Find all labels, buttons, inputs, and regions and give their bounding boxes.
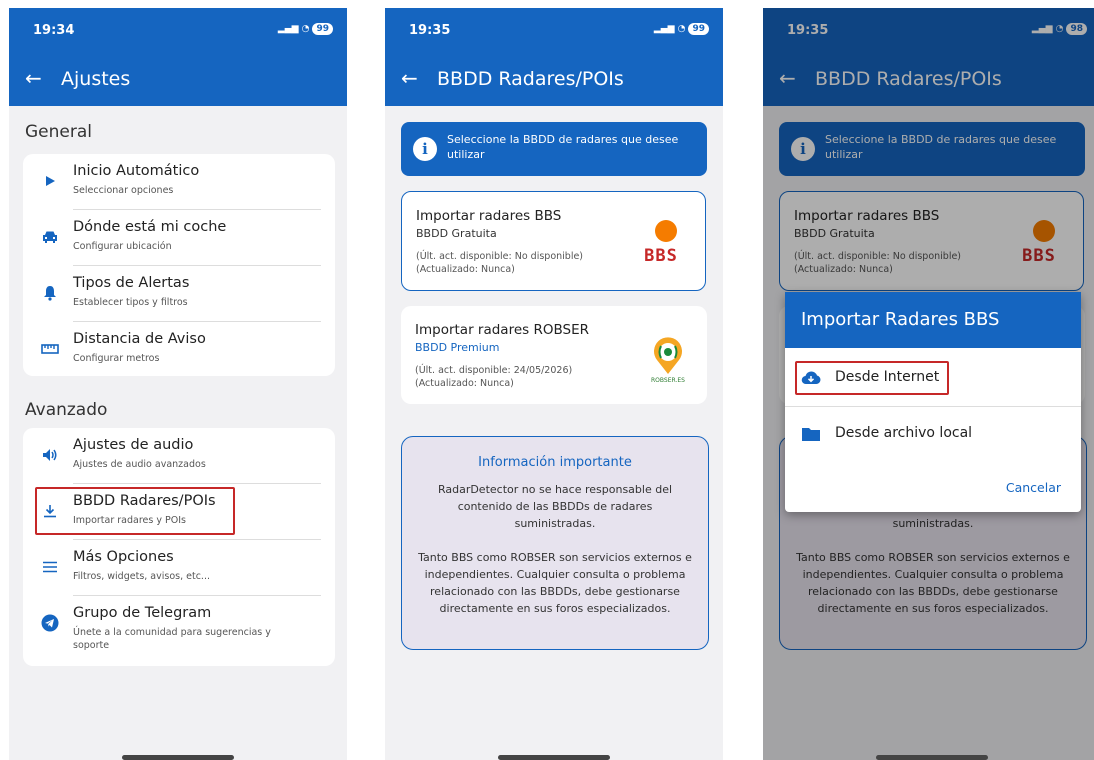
back-arrow-icon[interactable]: ← (401, 66, 418, 90)
status-bar: 19:34 ▂▄▆ ◔ 99 (9, 8, 347, 54)
last-updated: (Actualizado: Nunca) (415, 378, 514, 389)
radar-database-screen: 19:35 ▂▄▆ ◔ 99 ← BBDD Radares/POIs i Sel… (385, 8, 723, 760)
info-banner: i Seleccione la BBDD de radares que dese… (401, 122, 707, 176)
page-title: Ajustes (61, 68, 131, 90)
battery-icon: 99 (312, 23, 333, 35)
info-text: Seleccione la BBDD de radares que desee … (447, 133, 679, 161)
option-label: Desde archivo local (835, 425, 973, 441)
important-paragraph-1: RadarDetector no se hace responsable del… (437, 483, 673, 530)
card-subtitle: BBDD Gratuita (416, 227, 497, 240)
card-title: Importar radares BBS (416, 208, 562, 224)
setting-title: Inicio Automático (73, 163, 200, 179)
status-bar: 19:35 ▂▄▆ ◔ 99 (385, 8, 723, 54)
highlight-box (35, 487, 235, 535)
info-icon: i (413, 137, 437, 161)
advanced-card: Ajustes de audio Ajustes de audio avanza… (23, 428, 335, 666)
import-bbs-card[interactable]: Importar radares BBS BBDD Gratuita (Últ.… (401, 191, 706, 291)
app-bar: 19:34 ▂▄▆ ◔ 99 ← Ajustes (9, 8, 347, 106)
last-available: (Últ. act. disponible: 24/05/2026) (415, 365, 573, 376)
setting-subtitle: Filtros, widgets, avisos, etc... (73, 571, 210, 582)
setting-title: Grupo de Telegram (73, 605, 212, 621)
signal-icon: ▂▄▆ (277, 24, 299, 34)
setting-telegram-group[interactable]: Grupo de Telegram Únete a la comunidad p… (23, 596, 335, 662)
play-icon (41, 172, 59, 190)
menu-icon (41, 558, 59, 576)
settings-screen: 19:34 ▂▄▆ ◔ 99 ← Ajustes General Inicio … (9, 8, 347, 760)
option-from-local-file[interactable]: Desde archivo local (785, 406, 1081, 462)
setting-my-car[interactable]: Dónde está mi coche Configurar ubicación (23, 210, 335, 266)
robser-logo-text: ROBSER.ES (651, 377, 685, 384)
gesture-bar[interactable] (876, 755, 988, 760)
status-icons: ▂▄▆ ◔ 99 (654, 23, 709, 35)
back-arrow-icon[interactable]: ← (25, 66, 42, 90)
wifi-icon: ◔ (677, 24, 686, 34)
setting-subtitle: Configurar metros (73, 353, 160, 364)
setting-title: Más Opciones (73, 549, 174, 565)
signal-icon: ▂▄▆ (653, 24, 675, 34)
general-card: Inicio Automático Seleccionar opciones D… (23, 154, 335, 376)
highlight-box (795, 361, 949, 395)
import-dialog: Importar Radares BBS Desde Internet Desd… (785, 292, 1081, 512)
setting-title: Ajustes de audio (73, 437, 194, 453)
bell-icon (41, 284, 59, 302)
ruler-icon (41, 340, 59, 358)
important-info-box: Información importante RadarDetector no … (401, 436, 709, 650)
setting-title: Distancia de Aviso (73, 331, 206, 347)
setting-alert-types[interactable]: Tipos de Alertas Establecer tipos y filt… (23, 266, 335, 322)
card-details: (Últ. act. disponible: No disponible) (A… (416, 250, 636, 276)
bbs-logo-text: BBS (644, 246, 678, 266)
robser-logo: ROBSER.ES (643, 334, 693, 386)
volume-icon (41, 446, 59, 464)
important-heading: Información importante (478, 455, 632, 470)
bbs-logo-sun (655, 220, 677, 242)
setting-more-options[interactable]: Más Opciones Filtros, widgets, avisos, e… (23, 540, 335, 596)
setting-subtitle: Únete a la comunidad para sugerencias y (73, 627, 271, 638)
card-details: (Últ. act. disponible: 24/05/2026) (Actu… (415, 364, 635, 390)
folder-icon (801, 426, 821, 442)
setting-title: Dónde está mi coche (73, 219, 227, 235)
section-advanced: Avanzado (25, 400, 108, 420)
section-general: General (25, 122, 92, 142)
page-title: BBDD Radares/POIs (437, 68, 624, 90)
import-dialog-screen: 19:35 ▂▄▆ ◔ 98 ← BBDD Radares/POIs i Sel… (763, 8, 1094, 760)
import-robser-card[interactable]: Importar radares ROBSER BBDD Premium (Úl… (401, 306, 707, 404)
setting-title: Tipos de Alertas (73, 275, 190, 291)
setting-auto-start[interactable]: Inicio Automático Seleccionar opciones (23, 154, 335, 210)
status-icons: ▂▄▆ ◔ 99 (278, 23, 333, 35)
setting-subtitle: Seleccionar opciones (73, 185, 174, 196)
wifi-icon: ◔ (301, 24, 310, 34)
last-available: (Últ. act. disponible: No disponible) (416, 251, 584, 262)
telegram-icon (41, 614, 59, 632)
app-bar: 19:35 ▂▄▆ ◔ 99 ← BBDD Radares/POIs (385, 8, 723, 106)
card-title: Importar radares ROBSER (415, 322, 589, 338)
important-paragraph-2: Tanto BBS como ROBSER son servicios exte… (418, 551, 692, 615)
setting-subtitle: soporte (73, 640, 110, 651)
battery-icon: 99 (688, 23, 709, 35)
gesture-bar[interactable] (122, 755, 234, 760)
bbs-logo: BBS (633, 220, 689, 270)
status-time: 19:35 (409, 23, 451, 38)
dialog-title: Importar Radares BBS (801, 309, 1000, 330)
setting-subtitle: Ajustes de audio avanzados (73, 459, 206, 470)
setting-warning-distance[interactable]: Distancia de Aviso Configurar metros (23, 322, 335, 378)
last-updated: (Actualizado: Nunca) (416, 264, 515, 275)
setting-subtitle: Configurar ubicación (73, 241, 172, 252)
dialog-header: Importar Radares BBS (785, 292, 1081, 348)
status-time: 19:34 (33, 23, 75, 38)
setting-subtitle: Establecer tipos y filtros (73, 297, 188, 308)
car-icon (41, 228, 59, 246)
cancel-button[interactable]: Cancelar (1006, 480, 1061, 495)
gesture-bar[interactable] (498, 755, 610, 760)
setting-audio[interactable]: Ajustes de audio Ajustes de audio avanza… (23, 428, 335, 484)
card-subtitle: BBDD Premium (415, 341, 500, 354)
